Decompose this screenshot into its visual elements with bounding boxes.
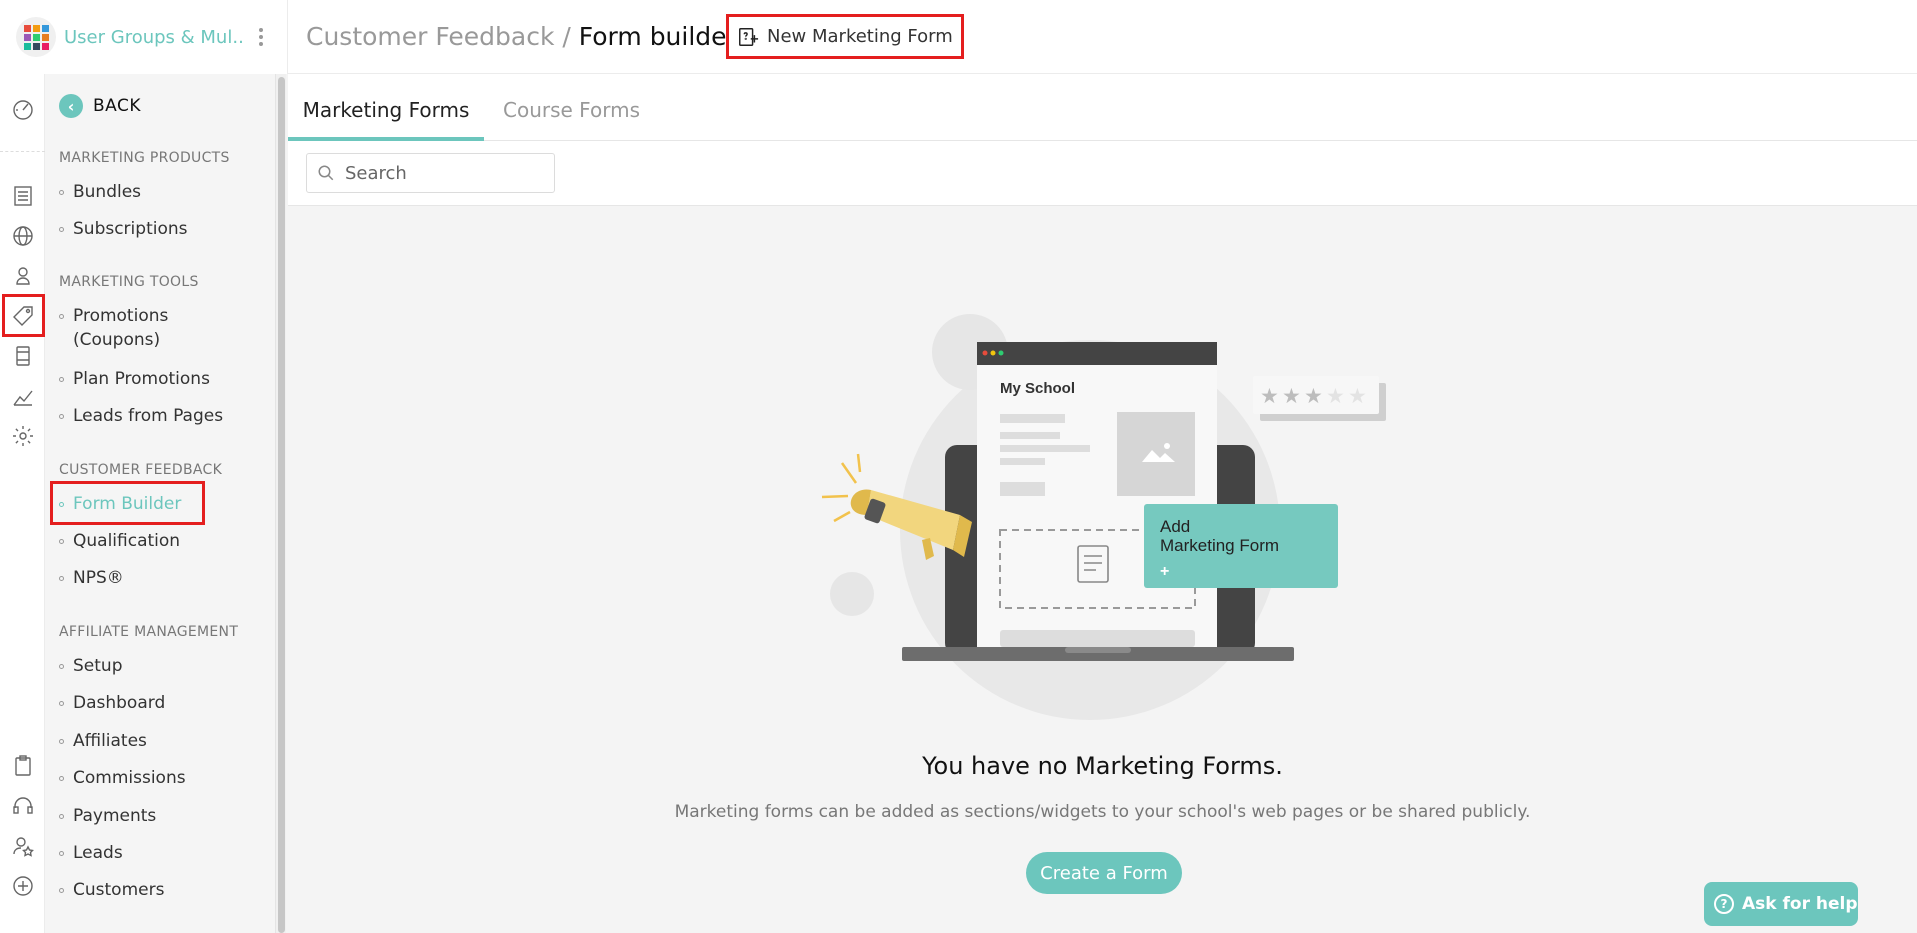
section-customer-feedback: CUSTOMER FEEDBACK xyxy=(59,462,223,478)
users-icon[interactable] xyxy=(9,262,37,290)
sidebar-item-payments[interactable]: Payments xyxy=(59,804,156,828)
scrollbar-thumb[interactable] xyxy=(278,77,285,933)
back-label: BACK xyxy=(93,96,142,116)
new-marketing-form-label: New Marketing Form xyxy=(767,26,953,47)
ask-for-help-button[interactable]: ? Ask for help xyxy=(1704,882,1858,926)
sidebar-item-plan-promotions[interactable]: Plan Promotions xyxy=(59,367,210,391)
icon-rail xyxy=(0,74,45,933)
create-form-button[interactable]: Create a Form xyxy=(1026,852,1182,894)
sidebar-item-label: Customers xyxy=(73,880,165,900)
settings-icon[interactable] xyxy=(9,422,37,450)
add-circle-icon[interactable] xyxy=(9,872,37,900)
tab-course-forms[interactable]: Course Forms xyxy=(484,74,659,141)
sidebar-item-nps[interactable]: NPS® xyxy=(59,566,124,590)
page-header: Customer Feedback / Form builder New Mar… xyxy=(288,0,1917,74)
sidebar-item-label: Setup xyxy=(73,656,123,676)
sidebar-item-bundles[interactable]: Bundles xyxy=(59,180,141,204)
highlight-box-form-builder xyxy=(50,481,205,525)
back-button[interactable]: ‹ BACK xyxy=(59,94,141,118)
globe-icon[interactable] xyxy=(9,222,37,250)
clipboard-icon[interactable] xyxy=(9,752,37,780)
sidebar-item-label: Leads xyxy=(73,843,123,863)
new-form-icon xyxy=(739,27,759,46)
question-circle-icon: ? xyxy=(1714,894,1734,914)
sidebar-menu: ‹ BACK MARKETING PRODUCTS Bundles Subscr… xyxy=(45,74,275,933)
rating-star-icon: ★ xyxy=(1282,384,1301,408)
highlight-box-rail xyxy=(2,294,45,337)
section-marketing-products: MARKETING PRODUCTS xyxy=(59,150,230,166)
search-row xyxy=(288,141,1917,206)
breadcrumb: Customer Feedback / Form builder xyxy=(306,22,737,51)
section-marketing-tools: MARKETING TOOLS xyxy=(59,274,199,290)
tab-marketing-forms[interactable]: Marketing Forms xyxy=(288,74,484,141)
illustration-school-name: My School xyxy=(1000,380,1075,397)
tab-bar: Marketing Forms Course Forms xyxy=(288,74,1917,141)
sidebar-item-subscriptions[interactable]: Subscriptions xyxy=(59,217,187,241)
rating-star-icon: ★ xyxy=(1260,384,1279,408)
search-icon xyxy=(318,165,334,181)
page-title: Form builder xyxy=(578,22,737,51)
breadcrumb-parent[interactable]: Customer Feedback / xyxy=(306,22,571,51)
rating-star-icon: ★ xyxy=(1326,384,1345,408)
illustration-add-plus: + xyxy=(1160,563,1169,580)
rail-divider xyxy=(0,151,45,152)
search-box[interactable] xyxy=(306,153,555,193)
new-marketing-form-button[interactable]: New Marketing Form xyxy=(726,14,964,59)
pages-icon[interactable] xyxy=(9,182,37,210)
rating-stars: ★ ★ ★ ★ ★ xyxy=(1260,384,1367,408)
sidebar-item-customers[interactable]: Customers xyxy=(59,878,164,902)
empty-state-description: Marketing forms can be added as sections… xyxy=(674,802,1531,822)
sidebar-item-label: NPS® xyxy=(73,568,124,588)
sidebar-item-label: Promotions (Coupons) xyxy=(73,306,169,350)
sidebar-item-label: Dashboard xyxy=(73,693,166,713)
sidebar-item-dashboard[interactable]: Dashboard xyxy=(59,691,165,715)
sidebar-item-commissions[interactable]: Commissions xyxy=(59,766,186,790)
kebab-menu-icon[interactable] xyxy=(259,28,263,49)
sidebar-scrollbar[interactable] xyxy=(275,74,286,933)
dashboard-icon[interactable] xyxy=(9,96,37,124)
sidebar-item-leads[interactable]: Leads xyxy=(59,841,123,865)
rating-star-icon: ★ xyxy=(1304,384,1323,408)
rating-star-icon: ★ xyxy=(1348,384,1367,408)
sidebar-item-qualification[interactable]: Qualification xyxy=(59,529,180,553)
support-headset-icon[interactable] xyxy=(9,792,37,820)
brand-logo xyxy=(16,17,56,57)
sidebar-item-leads-from-pages[interactable]: Leads from Pages xyxy=(59,404,223,428)
sidebar-item-setup[interactable]: Setup xyxy=(59,654,122,678)
illustration-add-line2: Marketing Form xyxy=(1160,536,1279,555)
sidebar-item-label: Affiliates xyxy=(73,731,147,751)
sidebar-item-label: Commissions xyxy=(73,768,186,788)
section-affiliate-management: AFFILIATE MANAGEMENT xyxy=(59,624,239,640)
back-arrow-icon: ‹ xyxy=(59,94,83,118)
empty-state-title: You have no Marketing Forms. xyxy=(922,752,1283,780)
analytics-icon[interactable] xyxy=(9,382,37,410)
sidebar-item-label: Leads from Pages xyxy=(73,406,224,426)
brand-header[interactable]: User Groups & Mul... xyxy=(0,0,288,74)
search-input[interactable] xyxy=(345,162,545,184)
brand-grid-icon xyxy=(23,24,49,50)
sidebar-item-label: Qualification xyxy=(73,531,181,551)
empty-state-illustration: My School Add Marketing Form + ★ ★ ★ ★ ★ xyxy=(821,314,1386,720)
illustration-add-line1: Add xyxy=(1160,517,1190,536)
sidebar-item-label: Bundles xyxy=(73,182,142,202)
sidebar-item-promotions[interactable]: Promotions (Coupons) xyxy=(59,304,199,352)
user-star-icon[interactable] xyxy=(9,832,37,860)
brand-name[interactable]: User Groups & Mul... xyxy=(64,27,242,48)
mobile-icon[interactable] xyxy=(9,342,37,370)
sidebar-item-label: Subscriptions xyxy=(73,219,188,239)
help-label: Ask for help xyxy=(1742,894,1858,914)
sidebar-item-label: Payments xyxy=(73,806,157,826)
sidebar-item-label: Plan Promotions xyxy=(73,369,210,389)
sidebar-item-affiliates[interactable]: Affiliates xyxy=(59,729,147,753)
